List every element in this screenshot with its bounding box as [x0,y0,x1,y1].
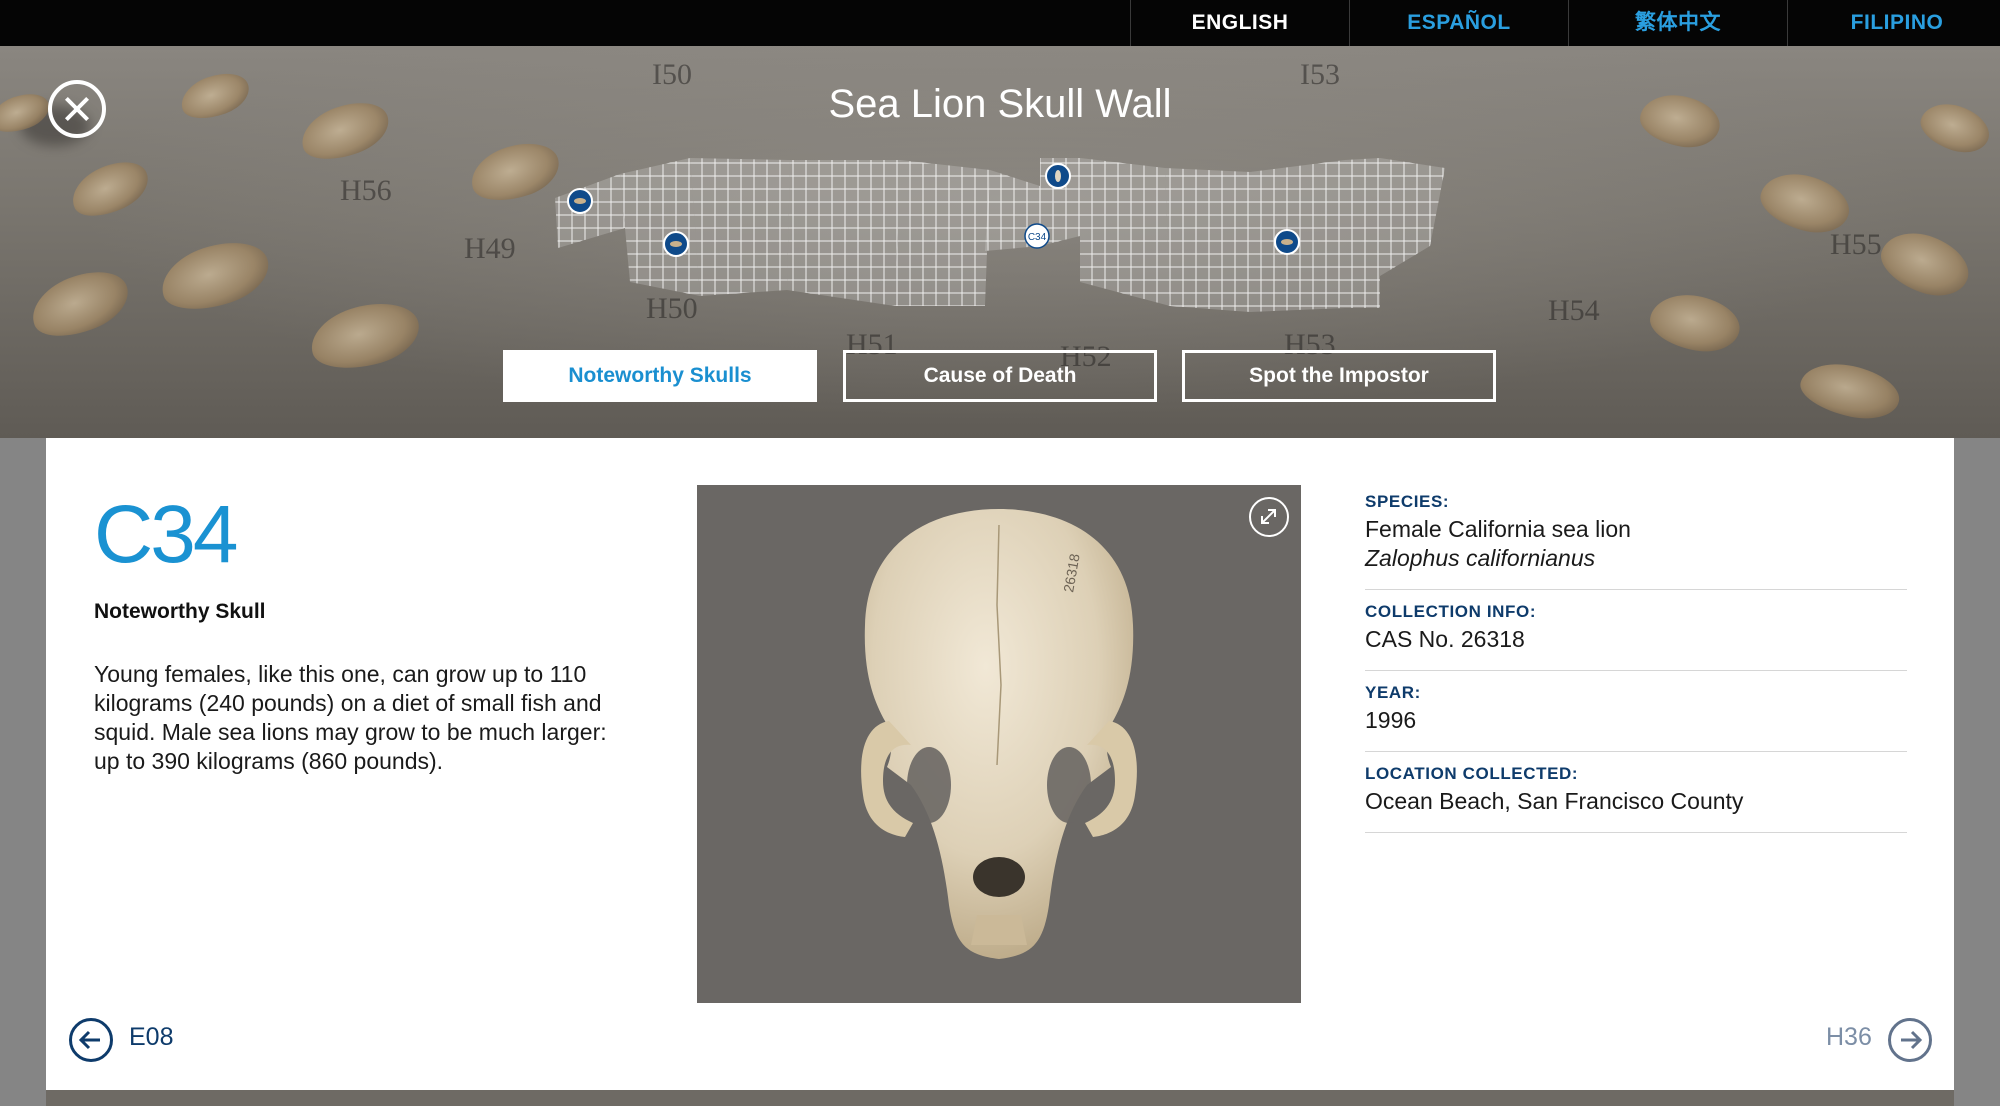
specimen-info: SPECIES: Female California sea lion Zalo… [1365,486,1907,833]
next-skull-button[interactable]: H36 [1826,1018,1946,1062]
skull-detail-panel: C34 Noteworthy Skull Young females, like… [46,438,1954,1090]
grid-section [787,160,900,306]
skull-description: Young females, like this one, can grow u… [94,661,607,774]
grid-section [555,174,625,248]
collection-block: COLLECTION INFO: CAS No. 26318 [1365,590,1907,671]
location-value: Ocean Beach, San Francisco County [1365,788,1744,814]
language-bar: ENGLISH ESPAÑOL 繁体中文 FILIPINO [0,0,2000,46]
collection-label: COLLECTION INFO: [1365,602,1537,621]
next-skull-label: H36 [1826,1023,1872,1051]
map-marker[interactable] [663,231,689,257]
arrow-right-icon [1888,1018,1932,1062]
expand-image-button[interactable] [1249,497,1289,537]
skull-photo[interactable]: 26318 [697,485,1301,1003]
map-marker[interactable] [567,188,593,214]
current-marker-label: C34 [1028,232,1047,243]
previous-skull-label: E08 [129,1023,174,1051]
skull-id: C34 [94,489,238,580]
year-value: 1996 [1365,707,1417,733]
expand-icon [1261,509,1276,524]
grid-section [895,160,990,306]
grid-section [690,158,790,296]
lang-espanol[interactable]: ESPAÑOL [1349,0,1568,46]
tab-cause-of-death[interactable]: Cause of Death [843,350,1157,402]
grid-section [1080,158,1170,306]
species-label: SPECIES: [1365,492,1450,511]
location-block: LOCATION COLLECTED: Ocean Beach, San Fra… [1365,752,1907,833]
left-edge [0,438,46,1106]
grid-section [620,158,700,296]
right-edge [1954,438,2000,1106]
grid-section [1345,158,1380,308]
lang-filipino[interactable]: FILIPINO [1787,0,2000,46]
year-label: YEAR: [1365,683,1421,702]
skull-image: 26318 [861,509,1137,959]
tab-spot-the-impostor[interactable]: Spot the Impostor [1182,350,1496,402]
current-skull-marker[interactable]: C34 [1024,223,1050,249]
species-common-name: Female California sea lion [1365,516,1631,542]
previous-skull-button[interactable]: E08 [69,1018,189,1062]
grid-section [1165,168,1250,312]
arrow-left-icon [69,1018,113,1062]
lang-english[interactable]: ENGLISH [1130,0,1349,46]
map-marker[interactable] [1045,163,1071,189]
species-latin-name: Zalophus californianus [1365,545,1596,571]
location-label: LOCATION COLLECTED: [1365,764,1579,783]
map-marker[interactable] [1274,229,1300,255]
wall-hero: I50 I53 H49 H50 H51 H55 H54 H56 H52 H53 … [0,46,2000,438]
tab-noteworthy-skulls[interactable]: Noteworthy Skulls [503,350,817,402]
year-block: YEAR: 1996 [1365,671,1907,752]
lang-chinese[interactable]: 繁体中文 [1568,0,1787,46]
species-block: SPECIES: Female California sea lion Zalo… [1365,486,1907,590]
collection-value: CAS No. 26318 [1365,626,1525,652]
skull-category: Noteworthy Skull [94,600,266,623]
grid-section [1380,158,1445,276]
